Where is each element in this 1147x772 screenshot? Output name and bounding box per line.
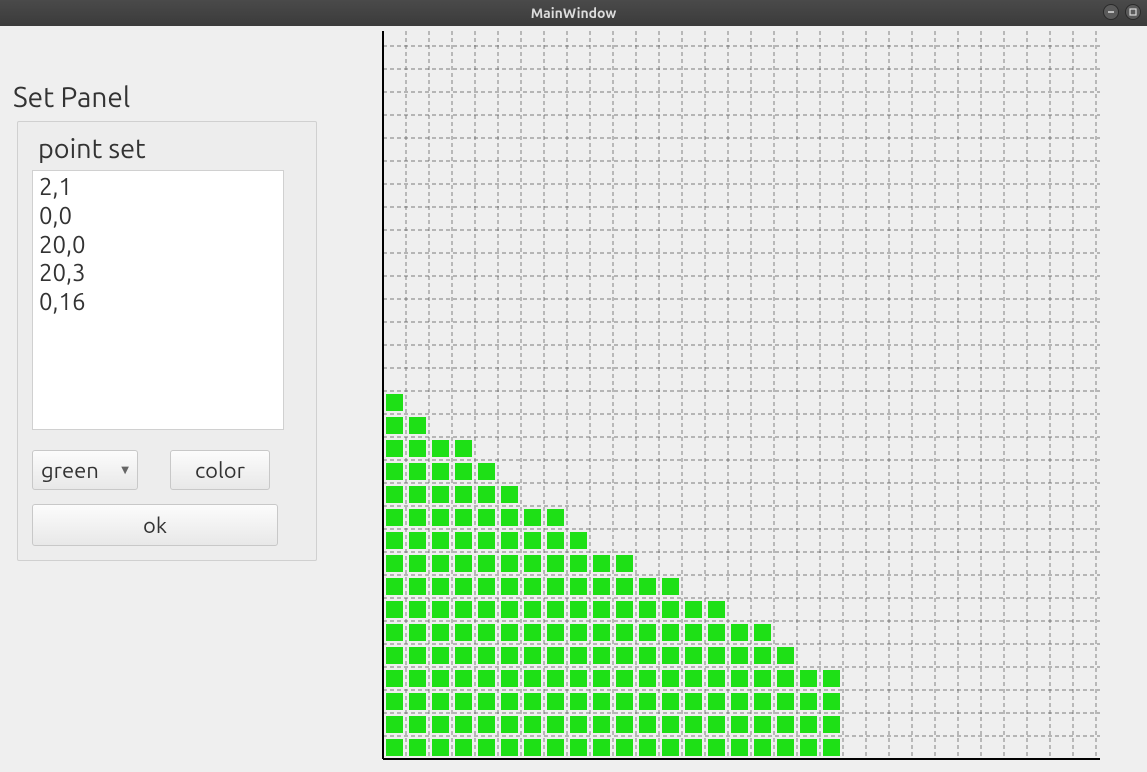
minimize-icon [1106,7,1116,17]
panel-heading: Set Panel [13,82,130,113]
color-select-value: green [41,458,99,483]
point-set-input[interactable] [32,170,284,430]
window-maximize-button[interactable] [1125,4,1141,20]
window-titlebar: MainWindow [0,0,1147,26]
set-panel: point set green ▼ color ok [17,121,317,561]
ok-button[interactable]: ok [32,504,278,546]
color-select[interactable]: green ▼ [32,450,138,490]
drawing-canvas [373,31,1100,771]
grid-plot [373,31,1100,771]
app-content: Set Panel point set green ▼ color ok [0,26,1147,772]
maximize-icon [1128,7,1138,17]
color-button[interactable]: color [170,450,270,490]
chevron-down-icon: ▼ [121,464,129,476]
window-minimize-button[interactable] [1103,4,1119,20]
window-title: MainWindow [0,5,1147,21]
point-set-label: point set [38,134,302,164]
